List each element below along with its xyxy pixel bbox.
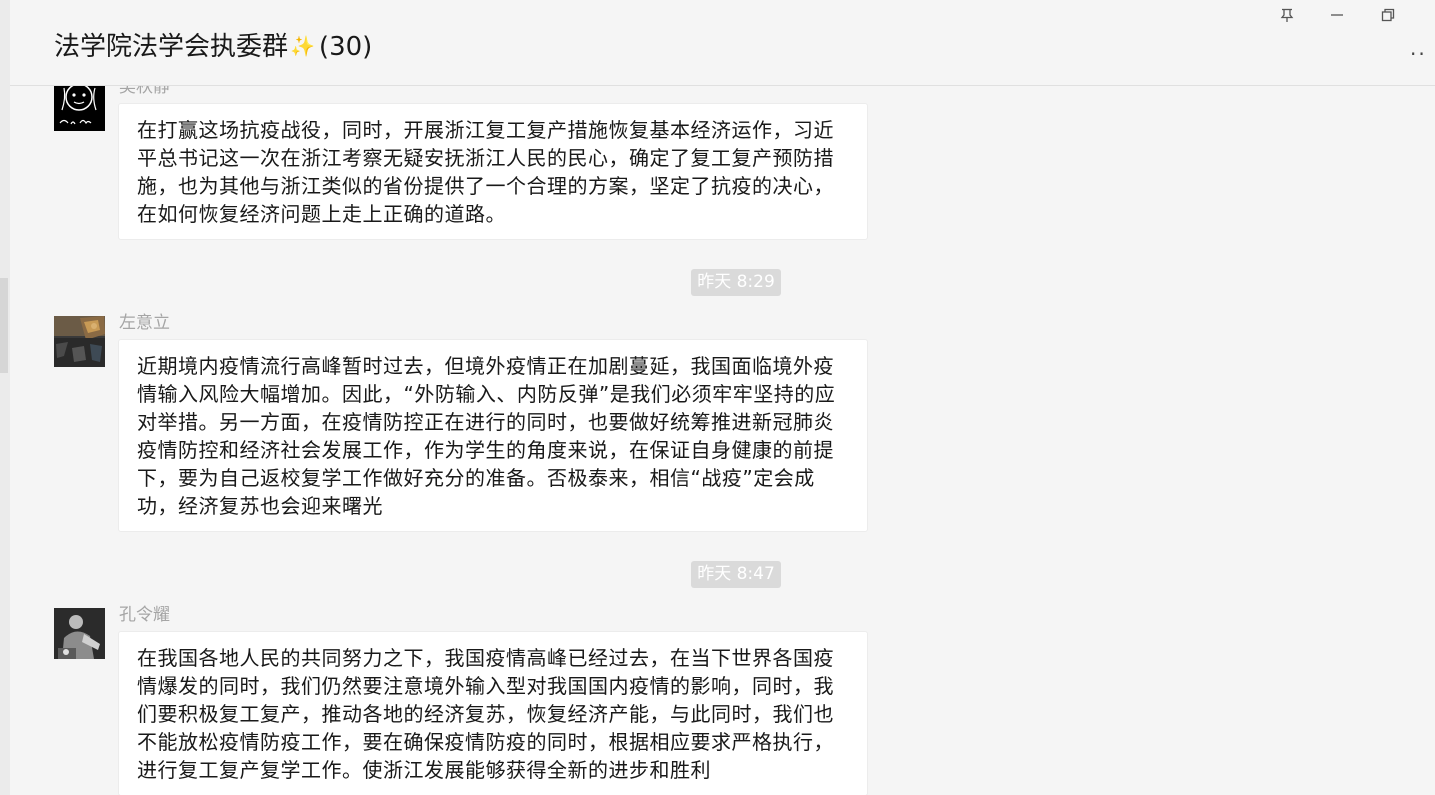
sketch-face-avatar-icon xyxy=(54,86,105,131)
pin-button[interactable] xyxy=(1265,0,1309,30)
message-list[interactable]: 吴秋静 在打赢这场抗疫战役，同时，开展浙江复工复产措施恢复基本经济运作，习近平总… xyxy=(10,86,1435,795)
message-timestamp: 昨天 8:47 xyxy=(691,561,781,588)
minimize-button[interactable] xyxy=(1315,0,1359,30)
chat-title: 法学院法学会执委群 ✨ (30) xyxy=(54,30,372,65)
group-name: 法学院法学会执委群 xyxy=(54,32,289,62)
sender-name: 孔令耀 xyxy=(119,605,170,625)
member-count: (30) xyxy=(318,32,373,62)
avatar[interactable] xyxy=(54,86,105,131)
sender-name: 左意立 xyxy=(119,313,170,333)
message-timestamp: 昨天 8:29 xyxy=(691,269,781,296)
sender-name: 吴秋静 xyxy=(119,86,170,97)
restore-button[interactable] xyxy=(1366,0,1410,30)
left-sidebar-strip xyxy=(0,0,10,795)
message-bubble[interactable]: 近期境内疫情流行高峰暂时过去，但境外疫情正在加剧蔓延，我国面临境外疫情输入风险大… xyxy=(118,339,868,532)
message-bubble[interactable]: 在打赢这场抗疫战役，同时，开展浙江复工复产措施恢复基本经济运作，习近平总书记这一… xyxy=(118,103,868,240)
message-bubble[interactable]: 在我国各地人民的共同努力之下，我国疫情高峰已经过去，在当下世界各国疫情爆发的同时… xyxy=(118,631,868,795)
more-options-icon[interactable]: ·· xyxy=(1410,42,1427,66)
sparkle-emoji: ✨ xyxy=(290,34,315,58)
restore-icon xyxy=(1381,8,1395,22)
avatar[interactable] xyxy=(54,608,105,659)
sidebar-scrollbar-thumb[interactable] xyxy=(0,278,8,373)
photo-avatar-icon xyxy=(54,608,105,659)
photo-avatar-icon xyxy=(54,316,105,367)
chat-header: 法学院法学会执委群 ✨ (30) ·· xyxy=(10,0,1435,86)
avatar[interactable] xyxy=(54,316,105,367)
minimize-icon xyxy=(1331,14,1343,16)
pin-icon xyxy=(1280,8,1294,22)
